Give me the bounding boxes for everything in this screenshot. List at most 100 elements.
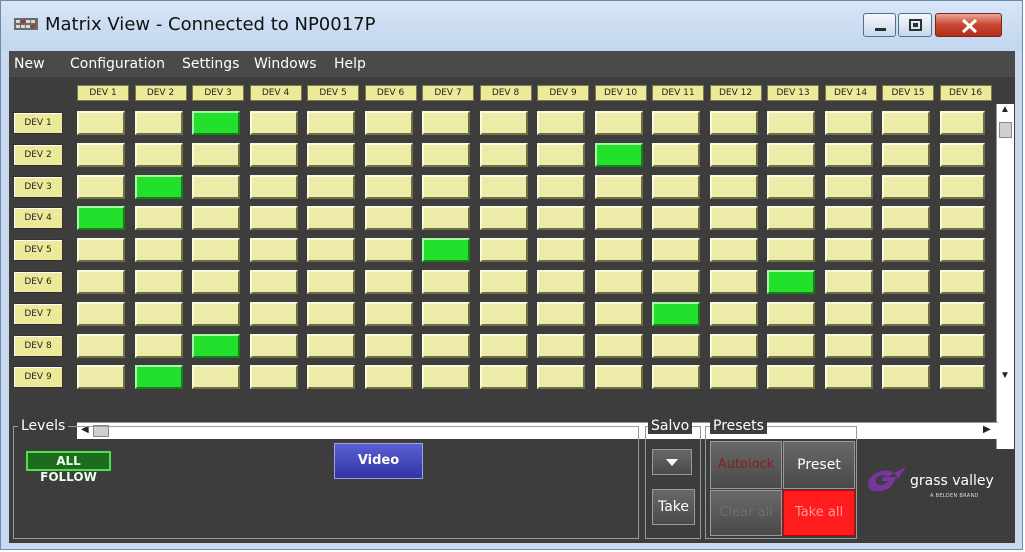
- crosspoint-cell[interactable]: [249, 333, 298, 358]
- row-header[interactable]: DEV 8: [13, 334, 63, 357]
- crosspoint-cell-active[interactable]: [767, 270, 815, 294]
- crosspoint-cell[interactable]: [882, 270, 930, 294]
- crosspoint-cell[interactable]: [537, 174, 585, 199]
- crosspoint-cell[interactable]: [422, 365, 470, 390]
- row-header[interactable]: DEV 3: [13, 175, 63, 198]
- crosspoint-cell[interactable]: [824, 142, 873, 167]
- crosspoint-cell[interactable]: [594, 270, 643, 294]
- row-header[interactable]: DEV 4: [13, 207, 63, 230]
- crosspoint-cell[interactable]: [307, 111, 355, 135]
- crosspoint-cell[interactable]: [307, 174, 355, 199]
- menu-configuration[interactable]: Configuration: [70, 56, 165, 72]
- crosspoint-cell[interactable]: [824, 301, 873, 326]
- crosspoint-cell[interactable]: [939, 238, 985, 263]
- crosspoint-cell[interactable]: [767, 333, 815, 358]
- crosspoint-cell[interactable]: [134, 206, 183, 231]
- crosspoint-cell[interactable]: [249, 365, 298, 390]
- crosspoint-cell[interactable]: [192, 238, 240, 263]
- crosspoint-cell[interactable]: [939, 142, 985, 167]
- crosspoint-cell[interactable]: [652, 365, 700, 390]
- column-header[interactable]: DEV 12: [709, 85, 762, 101]
- crosspoint-cell[interactable]: [824, 270, 873, 294]
- vertical-scroll-thumb[interactable]: [999, 122, 1012, 138]
- crosspoint-cell[interactable]: [77, 111, 125, 135]
- crosspoint-cell[interactable]: [77, 365, 125, 390]
- crosspoint-cell[interactable]: [307, 206, 355, 231]
- crosspoint-cell[interactable]: [594, 301, 643, 326]
- crosspoint-cell-active[interactable]: [134, 174, 183, 199]
- take-all-button[interactable]: Take all: [783, 490, 855, 536]
- crosspoint-cell[interactable]: [709, 270, 758, 294]
- crosspoint-cell[interactable]: [939, 206, 985, 231]
- crosspoint-cell[interactable]: [709, 174, 758, 199]
- crosspoint-cell[interactable]: [249, 270, 298, 294]
- crosspoint-cell[interactable]: [537, 238, 585, 263]
- crosspoint-cell[interactable]: [767, 142, 815, 167]
- crosspoint-cell[interactable]: [249, 301, 298, 326]
- crosspoint-cell[interactable]: [652, 270, 700, 294]
- crosspoint-cell[interactable]: [479, 270, 528, 294]
- crosspoint-cell[interactable]: [652, 206, 700, 231]
- crosspoint-cell[interactable]: [307, 270, 355, 294]
- crosspoint-cell[interactable]: [307, 238, 355, 263]
- crosspoint-cell[interactable]: [767, 301, 815, 326]
- crosspoint-cell[interactable]: [134, 301, 183, 326]
- menu-settings[interactable]: Settings: [182, 56, 239, 72]
- crosspoint-cell[interactable]: [77, 270, 125, 294]
- crosspoint-cell-active[interactable]: [77, 206, 125, 231]
- crosspoint-cell[interactable]: [652, 111, 700, 135]
- crosspoint-cell[interactable]: [364, 270, 413, 294]
- crosspoint-cell[interactable]: [939, 111, 985, 135]
- crosspoint-cell[interactable]: [249, 142, 298, 167]
- minimize-button[interactable]: [863, 13, 896, 37]
- crosspoint-cell[interactable]: [594, 238, 643, 263]
- crosspoint-cell[interactable]: [824, 206, 873, 231]
- column-header[interactable]: DEV 9: [537, 85, 589, 101]
- crosspoint-cell[interactable]: [364, 238, 413, 263]
- crosspoint-cell[interactable]: [249, 238, 298, 263]
- autolock-button[interactable]: Autolock: [710, 441, 782, 489]
- all-follow-button[interactable]: ALL FOLLOW: [26, 451, 111, 484]
- crosspoint-cell[interactable]: [479, 142, 528, 167]
- column-header[interactable]: DEV 7: [422, 85, 474, 101]
- crosspoint-cell-active[interactable]: [192, 333, 240, 358]
- row-header[interactable]: DEV 2: [13, 143, 63, 166]
- crosspoint-cell[interactable]: [882, 238, 930, 263]
- crosspoint-cell[interactable]: [709, 301, 758, 326]
- crosspoint-cell[interactable]: [364, 365, 413, 390]
- crosspoint-cell[interactable]: [709, 238, 758, 263]
- menu-windows[interactable]: Windows: [254, 56, 317, 72]
- crosspoint-cell[interactable]: [249, 206, 298, 231]
- crosspoint-cell[interactable]: [939, 365, 985, 390]
- crosspoint-cell[interactable]: [307, 365, 355, 390]
- clear-all-button[interactable]: Clear all: [710, 490, 782, 536]
- crosspoint-cell[interactable]: [767, 206, 815, 231]
- crosspoint-cell[interactable]: [422, 174, 470, 199]
- crosspoint-cell-active[interactable]: [422, 238, 470, 263]
- crosspoint-cell[interactable]: [77, 238, 125, 263]
- crosspoint-cell[interactable]: [939, 333, 985, 358]
- crosspoint-cell[interactable]: [882, 333, 930, 358]
- crosspoint-cell[interactable]: [249, 174, 298, 199]
- salvo-take-button[interactable]: Take: [652, 489, 695, 525]
- crosspoint-cell[interactable]: [192, 142, 240, 167]
- scroll-down-icon[interactable]: ▼: [1000, 370, 1010, 381]
- column-header[interactable]: DEV 4: [249, 85, 302, 101]
- crosspoint-cell[interactable]: [824, 174, 873, 199]
- row-header[interactable]: DEV 5: [13, 239, 63, 262]
- column-header[interactable]: DEV 3: [192, 85, 244, 101]
- close-button[interactable]: [935, 13, 1002, 37]
- crosspoint-cell[interactable]: [709, 333, 758, 358]
- crosspoint-cell[interactable]: [422, 333, 470, 358]
- crosspoint-cell[interactable]: [192, 174, 240, 199]
- crosspoint-cell[interactable]: [192, 206, 240, 231]
- row-header[interactable]: DEV 7: [13, 302, 63, 325]
- column-header[interactable]: DEV 10: [594, 85, 647, 101]
- crosspoint-cell[interactable]: [134, 142, 183, 167]
- crosspoint-cell[interactable]: [77, 333, 125, 358]
- crosspoint-cell[interactable]: [422, 270, 470, 294]
- crosspoint-cell[interactable]: [882, 142, 930, 167]
- crosspoint-cell[interactable]: [537, 270, 585, 294]
- crosspoint-cell[interactable]: [537, 111, 585, 135]
- crosspoint-cell[interactable]: [652, 174, 700, 199]
